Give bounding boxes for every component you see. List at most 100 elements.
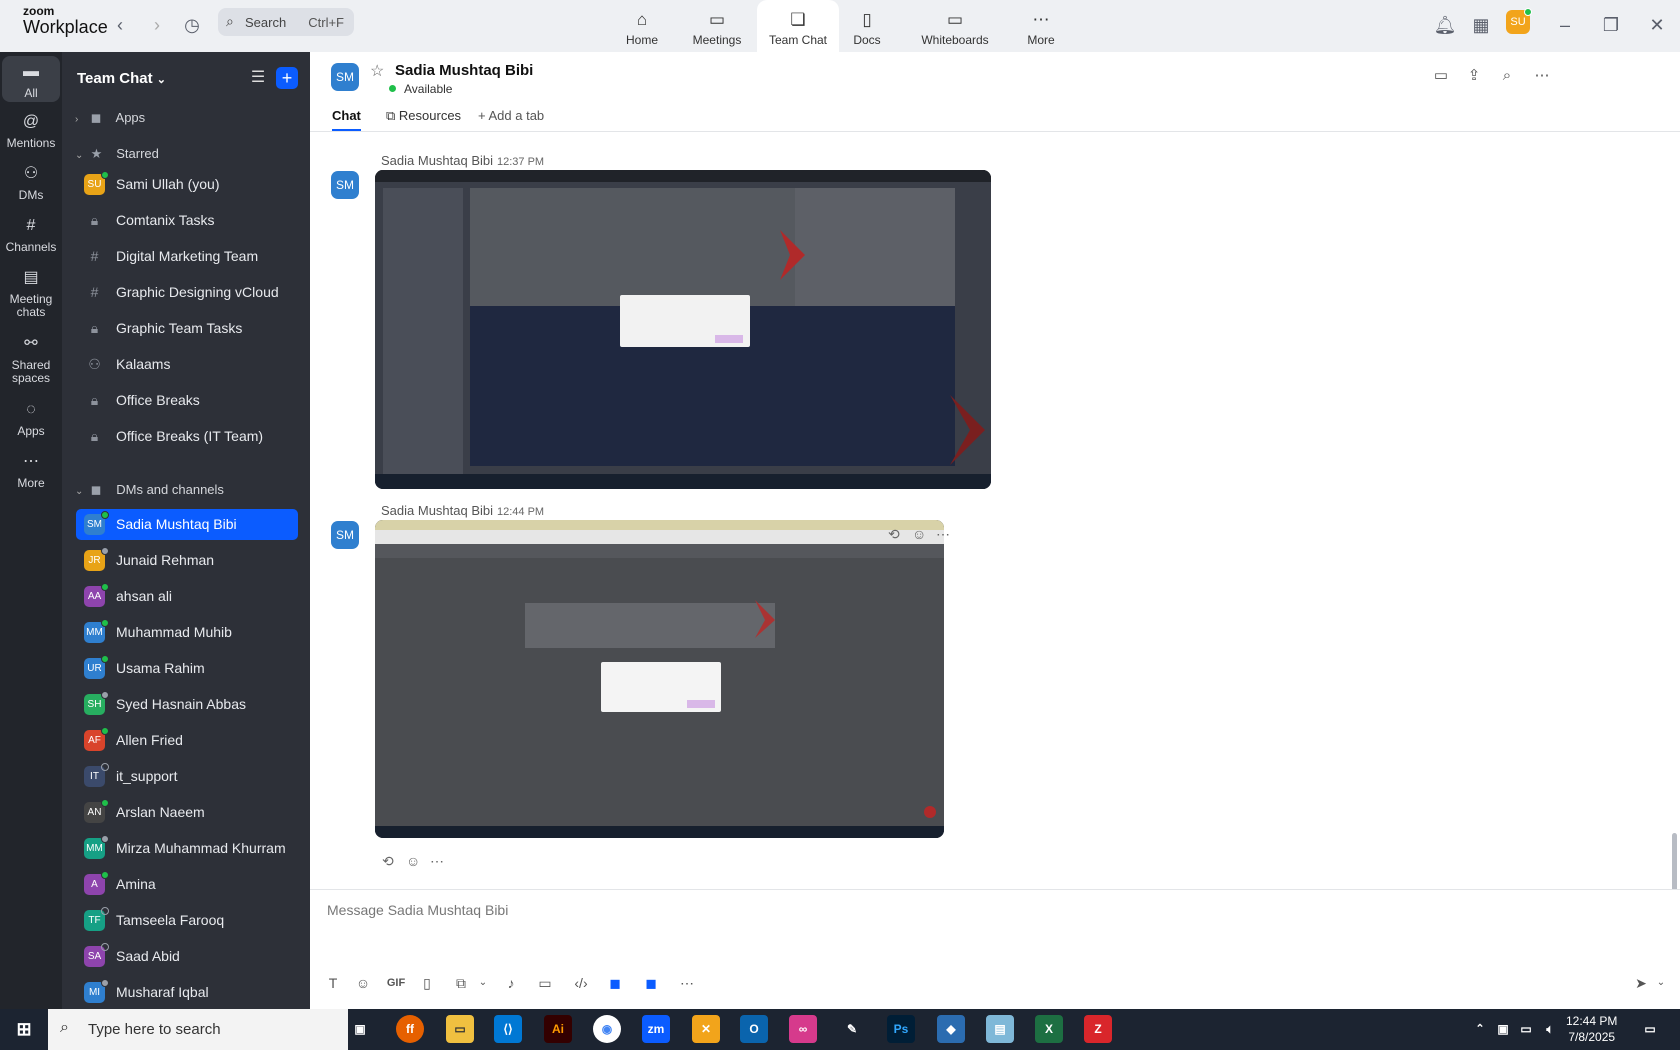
file-attach-icon[interactable]: ▯	[416, 972, 438, 994]
video-call-icon[interactable]: ▭	[1430, 65, 1452, 87]
sidebar-item[interactable]: # Digital Marketing Team	[76, 241, 298, 272]
tab-chat[interactable]: Chat	[332, 108, 361, 131]
sidebar-item[interactable]: A Amina	[76, 869, 298, 900]
vscode-icon[interactable]: ⟨⟩	[494, 1015, 522, 1043]
more-options-icon[interactable]: ⋯	[430, 853, 444, 870]
sidebar-item[interactable]: AF Allen Fried	[76, 725, 298, 756]
sidebar-item[interactable]: MI Musharaf Iqbal	[76, 977, 298, 1008]
contact-avatar[interactable]: SM	[331, 63, 359, 91]
rail-item-apps[interactable]: ◌ Apps	[2, 400, 60, 438]
illustrator-icon[interactable]: Ai	[544, 1015, 572, 1043]
sidebar-item[interactable]: 🔒︎ Office Breaks	[76, 385, 298, 416]
sidebar-item[interactable]: MM Muhammad Muhib	[76, 617, 298, 648]
gif-button[interactable]: GIF	[380, 972, 412, 994]
sender-name[interactable]: Sadia Mushtaq Bibi	[381, 503, 493, 518]
tab-docs[interactable]: ▯ Docs	[826, 0, 908, 52]
chevron-down-icon[interactable]: ⌄	[472, 972, 494, 994]
rail-item-more[interactable]: ⋯ More	[2, 452, 60, 490]
volume-icon[interactable]: 🔈︎	[1536, 1015, 1564, 1043]
forward-arrow-icon[interactable]: ›	[145, 13, 169, 37]
chrome-icon[interactable]: ◉	[593, 1015, 621, 1043]
close-icon[interactable]: ✕	[1645, 13, 1669, 37]
sidebar-item[interactable]: SH Syed Hasnain Abbas	[76, 689, 298, 720]
rail-item-shared-spaces[interactable]: ⚯ Shared spaces	[2, 334, 60, 385]
tab-home[interactable]: ⌂ Home	[601, 0, 683, 52]
file-explorer-icon[interactable]: ▭	[446, 1015, 474, 1043]
sidebar-item[interactable]: MM Mirza Muhammad Khurram	[76, 833, 298, 864]
xampp-icon[interactable]: ✕	[692, 1015, 720, 1043]
maximize-icon[interactable]: ❐	[1599, 13, 1623, 37]
sidebar-item[interactable]: AA ahsan ali	[76, 581, 298, 612]
sidebar-item[interactable]: TF Tamseela Farooq	[76, 905, 298, 936]
more-options-icon[interactable]: ⋯	[676, 972, 698, 994]
notification-center-icon[interactable]: ▭	[1636, 1015, 1664, 1043]
notifications-bell-icon[interactable]: 🔔︎	[1433, 13, 1457, 37]
taskbar-search[interactable]: ⌕ Type here to search	[48, 1009, 348, 1050]
rail-item-dms[interactable]: ⚇ DMs	[2, 164, 60, 202]
section-apps[interactable]: › ◼ Apps	[75, 110, 145, 126]
notepad-icon[interactable]: ▤	[986, 1015, 1014, 1043]
sidebar-item[interactable]: IT it_support	[76, 761, 298, 792]
tab-add-a-tab[interactable]: + Add a tab	[478, 108, 544, 123]
task-view-icon[interactable]: ▣	[346, 1015, 374, 1043]
video-message-icon[interactable]: ▭	[534, 972, 556, 994]
section-dms-and-channels[interactable]: ⌄ ◼ DMs and channels	[75, 482, 224, 498]
text-format-icon[interactable]: T	[322, 972, 344, 994]
app-icon-diamond[interactable]: ◆	[937, 1015, 965, 1043]
filter-icon[interactable]: ☰	[248, 68, 268, 88]
sender-name[interactable]: Sadia Mushtaq Bibi	[381, 153, 493, 168]
send-icon[interactable]: ➤	[1630, 972, 1652, 994]
creative-cloud-icon[interactable]: ∞	[789, 1015, 817, 1043]
sidebar-item[interactable]: SU Sami Ullah (you)	[76, 169, 298, 200]
firefox-icon[interactable]: ff	[396, 1015, 424, 1043]
sidebar-item[interactable]: # Graphic Designing vCloud	[76, 277, 298, 308]
rail-item-all[interactable]: ▬ All	[2, 56, 60, 102]
new-chat-button[interactable]: +	[276, 67, 298, 89]
contact-name[interactable]: Sadia Mushtaq Bibi	[395, 62, 533, 79]
zoom-app-icon[interactable]: zm	[642, 1015, 670, 1043]
taskbar-clock[interactable]: 12:44 PM 7/8/2025	[1566, 1013, 1617, 1045]
filezilla-icon[interactable]: Z	[1084, 1015, 1112, 1043]
pen-tool-icon[interactable]: ✎	[838, 1015, 866, 1043]
history-icon[interactable]: ◷	[180, 13, 204, 37]
sidebar-item[interactable]: AN Arslan Naeem	[76, 797, 298, 828]
windows-start-icon[interactable]: ⊞	[10, 1015, 38, 1043]
chevron-down-icon[interactable]: ⌄	[1650, 972, 1672, 994]
reply-in-thread-icon[interactable]: ⟲	[382, 853, 394, 870]
excel-icon[interactable]: X	[1035, 1015, 1063, 1043]
search-icon[interactable]: ⌕	[1496, 65, 1518, 87]
photoshop-icon[interactable]: Ps	[887, 1015, 915, 1043]
sidebar-item[interactable]: 🔒︎ Graphic Team Tasks	[76, 313, 298, 344]
whiteboard-share-icon[interactable]: ◼	[640, 972, 662, 994]
tab-whiteboards[interactable]: ▭ Whiteboards	[914, 0, 996, 52]
screen-share-icon[interactable]: ⇪	[1463, 65, 1485, 87]
message-list-scrollbar[interactable]	[1672, 833, 1677, 889]
zoom-app-icon[interactable]: ◼	[604, 972, 626, 994]
sidebar-item[interactable]: 🔒︎ Comtanix Tasks	[76, 205, 298, 236]
add-reaction-icon[interactable]: ☺	[406, 853, 420, 869]
outlook-icon[interactable]: O	[740, 1015, 768, 1043]
screenshot-attachment[interactable]	[375, 170, 991, 489]
tab-more[interactable]: ⋯ More	[1000, 0, 1082, 52]
tab-meetings[interactable]: ▭ Meetings	[676, 0, 758, 52]
sender-avatar[interactable]: SM	[331, 521, 359, 549]
emoji-icon[interactable]: ☺	[352, 972, 374, 994]
add-reaction-icon[interactable]: ☺	[912, 526, 926, 542]
code-snippet-icon[interactable]: ‹/›	[570, 972, 592, 994]
back-arrow-icon[interactable]: ‹	[108, 13, 132, 37]
rail-item-channels[interactable]: # Channels	[2, 216, 60, 254]
rail-item-meeting-chats[interactable]: ▤ Meeting chats	[2, 268, 60, 319]
reply-in-thread-icon[interactable]: ⟲	[888, 526, 900, 543]
message-input[interactable]: Message Sadia Mushtaq Bibi	[327, 902, 508, 918]
more-options-icon[interactable]: ⋯	[936, 526, 950, 543]
screenshot-attachment[interactable]	[375, 520, 944, 838]
sidebar-item[interactable]: UR Usama Rahim	[76, 653, 298, 684]
minimize-icon[interactable]: –	[1553, 13, 1577, 37]
search-bar[interactable]: ⌕ Search Ctrl+F	[218, 8, 354, 36]
sidebar-item[interactable]: 🔒︎ Office Breaks (IT Team)	[76, 421, 298, 452]
sidebar-item[interactable]: ⚇ Kalaams	[76, 349, 298, 380]
section-starred[interactable]: ⌄ ★ Starred	[75, 146, 159, 162]
tab-resources[interactable]: ⧉ Resources	[386, 108, 461, 124]
screenshot-icon[interactable]: ⧉	[450, 972, 472, 994]
rail-item-mentions[interactable]: @ Mentions	[2, 112, 60, 150]
